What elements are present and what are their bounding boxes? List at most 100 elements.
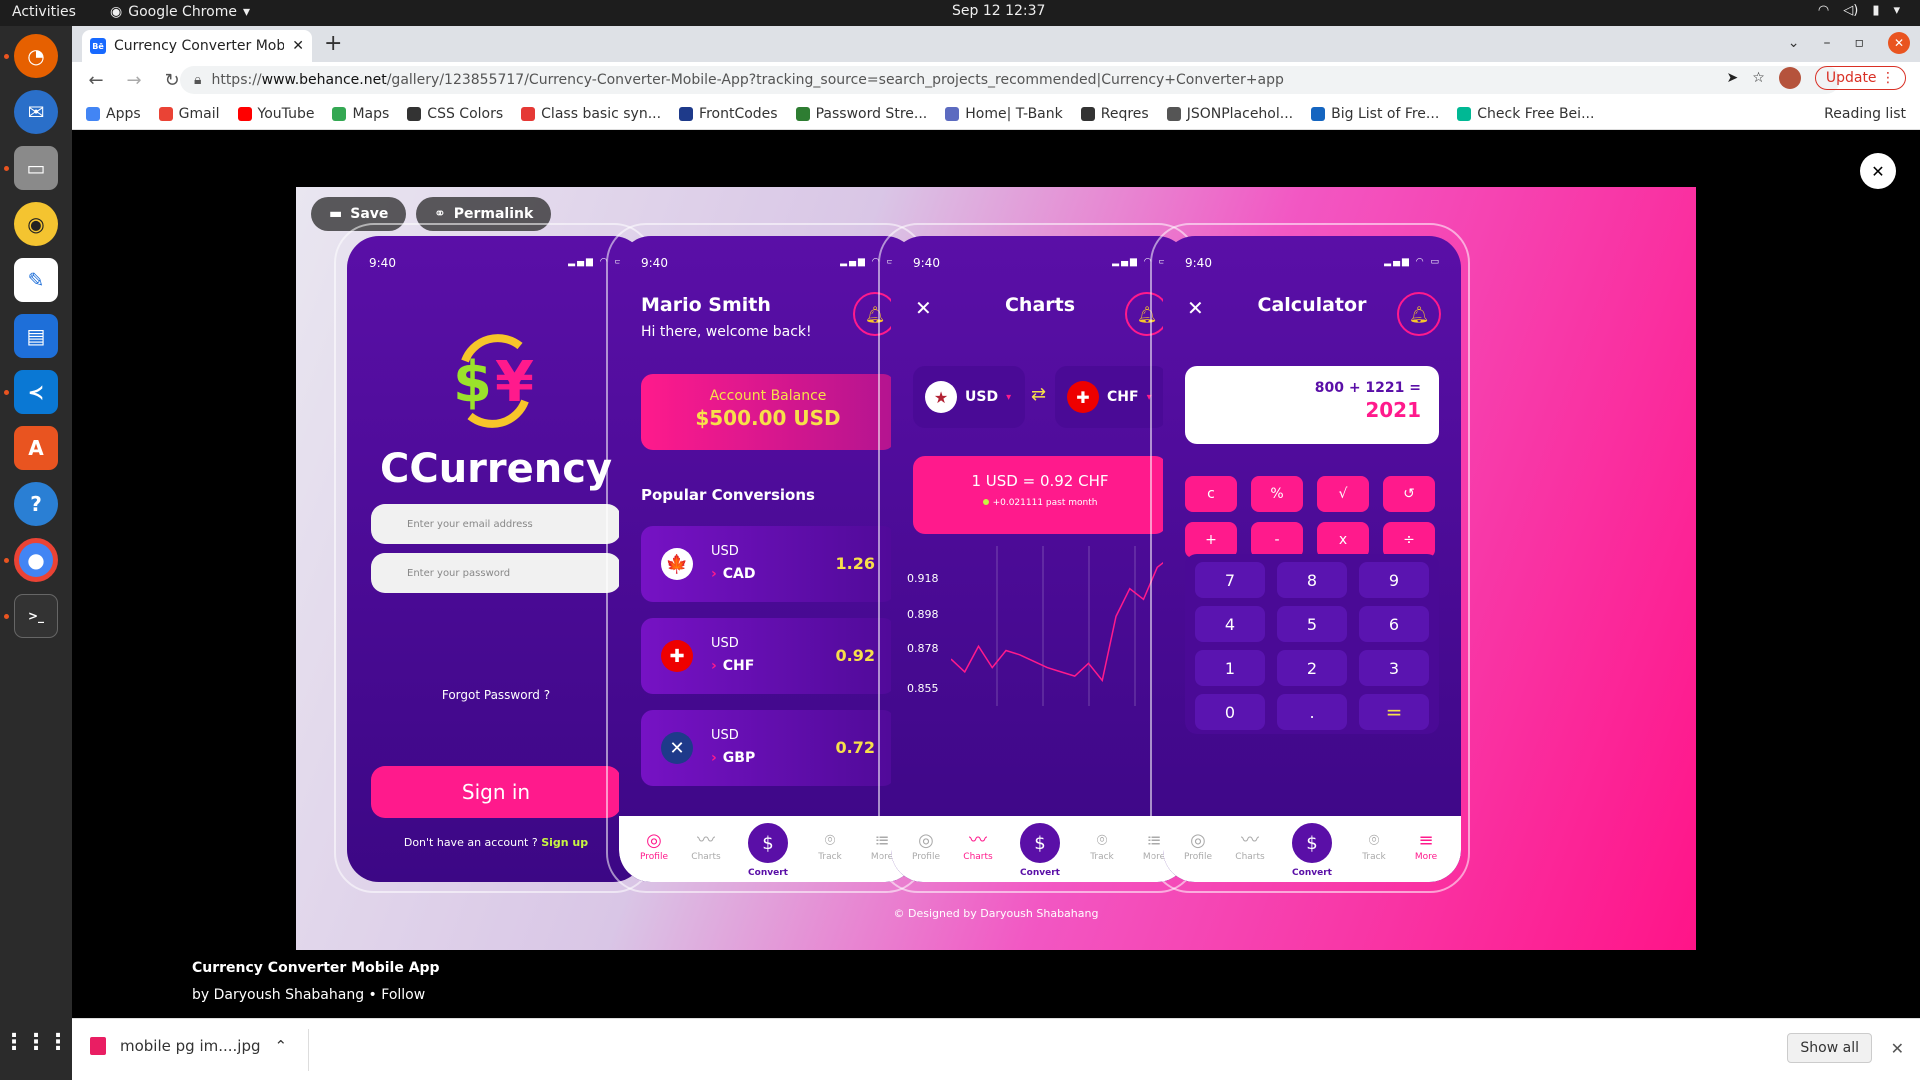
help-icon[interactable]: ? xyxy=(14,482,58,526)
browser-tab[interactable]: Bē Currency Converter Mobile App ✕ xyxy=(82,30,312,62)
forward-icon[interactable]: → xyxy=(120,70,148,91)
conversion-card[interactable]: ✕ USD › GBP 0.72 xyxy=(641,710,895,786)
from-currency-select[interactable]: ★ USD ▾ xyxy=(913,366,1025,428)
digit-key[interactable]: 5 xyxy=(1277,606,1347,642)
files-icon[interactable]: ▭ xyxy=(14,146,58,190)
back-icon[interactable]: ← xyxy=(82,70,110,91)
password-field[interactable]: Enter your password xyxy=(371,553,621,593)
conversion-card[interactable]: ✚ USD › CHF 0.92 xyxy=(641,618,895,694)
app-grid-icon[interactable]: ⋮⋮⋮ xyxy=(3,1020,69,1064)
url-field[interactable]: 🔒︎ https://www.behance.net/gallery/12385… xyxy=(180,66,1840,94)
convert-button[interactable]: $ xyxy=(1289,820,1335,866)
bookmark-item[interactable]: JSONPlacehol... xyxy=(1166,106,1293,122)
firefox-icon[interactable]: ◔ xyxy=(14,34,58,78)
operator-key[interactable]: ÷ xyxy=(1383,522,1435,558)
bookmark-item[interactable]: Maps xyxy=(332,106,389,122)
terminal-icon[interactable]: >_ xyxy=(14,594,58,638)
operator-key[interactable]: c xyxy=(1185,476,1237,512)
nav-profile[interactable]: ◎ Profile xyxy=(901,830,951,862)
vscode-icon[interactable]: ≺ xyxy=(14,370,58,414)
sign-up-link[interactable]: Sign up xyxy=(541,836,588,849)
nav-profile[interactable]: ◎ Profile xyxy=(1173,830,1223,862)
tab-close-icon[interactable]: ✕ xyxy=(292,38,304,54)
digit-key[interactable]: 4 xyxy=(1195,606,1265,642)
permalink-label: Permalink xyxy=(453,206,534,222)
close-lightbox-button[interactable]: ✕ xyxy=(1860,153,1896,189)
new-tab-button[interactable]: + xyxy=(324,31,342,56)
sign-in-button[interactable]: Sign in xyxy=(371,766,621,818)
nav-charts[interactable]: 〰 Charts xyxy=(1225,830,1275,862)
conversion-card[interactable]: 🍁 USD › CAD 1.26 xyxy=(641,526,895,602)
download-bar: mobile pg im....jpg ⌃ Show all ✕ xyxy=(72,1018,1920,1080)
maximize-button[interactable]: ▫ xyxy=(1855,35,1865,51)
digit-key[interactable]: 9 xyxy=(1359,562,1429,598)
software-icon[interactable]: A xyxy=(14,426,58,470)
digit-key[interactable]: 1 xyxy=(1195,650,1265,686)
convert-button[interactable]: $ xyxy=(745,820,791,866)
operator-key[interactable]: - xyxy=(1251,522,1303,558)
chrome-dock-icon[interactable]: ● xyxy=(14,538,58,582)
operator-key[interactable]: √ xyxy=(1317,476,1369,512)
digit-key[interactable]: 6 xyxy=(1359,606,1429,642)
swap-icon[interactable]: ⇄ xyxy=(1031,384,1046,405)
thunderbird-icon[interactable]: ✉ xyxy=(14,90,58,134)
bell-icon[interactable]: 🔔︎ xyxy=(1397,292,1441,336)
bookmark-item[interactable]: CSS Colors xyxy=(407,106,503,122)
nav-profile[interactable]: ◎ Profile xyxy=(629,830,679,862)
bookmark-item[interactable]: Home| T-Bank xyxy=(945,106,1063,122)
digit-key[interactable]: 7 xyxy=(1195,562,1265,598)
rhythmbox-icon[interactable]: ◉ xyxy=(14,202,58,246)
project-byline: by Daryoush Shabahang • Follow xyxy=(192,987,426,1003)
equals-key[interactable]: = xyxy=(1359,694,1429,730)
profile-avatar[interactable] xyxy=(1778,67,1801,89)
reading-list-button[interactable]: Reading list xyxy=(1824,106,1906,122)
activities-button[interactable]: Activities xyxy=(12,4,76,20)
convert-button[interactable]: $ xyxy=(1017,820,1063,866)
bookmark-item[interactable]: Big List of Fre... xyxy=(1311,106,1439,122)
author-link[interactable]: by Daryoush Shabahang xyxy=(192,987,364,1003)
bookmark-star-icon[interactable]: ☆ xyxy=(1752,70,1765,86)
tab-search-icon[interactable]: ⌄ xyxy=(1788,35,1800,51)
system-tray[interactable]: ◠ ◁) ▮ ▾ xyxy=(1818,3,1900,18)
email-field[interactable]: Enter your email address xyxy=(371,504,621,544)
digit-key[interactable]: 0 xyxy=(1195,694,1265,730)
share-icon[interactable]: ➤ xyxy=(1727,70,1739,86)
forgot-password-link[interactable]: Forgot Password ? xyxy=(347,688,645,702)
bookmark-item[interactable]: YouTube xyxy=(237,106,314,122)
chevron-up-icon[interactable]: ⌃ xyxy=(275,1037,288,1055)
bookmark-item[interactable]: FrontCodes xyxy=(679,106,778,122)
nav-charts[interactable]: 〰 Charts xyxy=(681,830,731,862)
operator-key[interactable]: % xyxy=(1251,476,1303,512)
digit-key[interactable]: 3 xyxy=(1359,650,1429,686)
follow-link[interactable]: Follow xyxy=(381,987,425,1003)
download-item[interactable]: mobile pg im....jpg ⌃ xyxy=(90,1037,287,1055)
digit-key[interactable]: 2 xyxy=(1277,650,1347,686)
minimize-button[interactable]: – xyxy=(1824,35,1831,51)
bookmark-item[interactable]: Check Free Bei... xyxy=(1457,106,1594,122)
digit-key[interactable]: 8 xyxy=(1277,562,1347,598)
nav-track[interactable]: ⌾ Track xyxy=(1349,830,1399,862)
bookmark-item[interactable]: Password Stre... xyxy=(795,106,927,122)
bookmark-item[interactable]: Apps xyxy=(86,106,141,122)
nav-charts[interactable]: 〰 Charts xyxy=(953,830,1003,862)
clock[interactable]: Sep 12 12:37 xyxy=(952,3,1045,19)
update-button[interactable]: Update ⋮ xyxy=(1814,66,1906,90)
close-download-bar-icon[interactable]: ✕ xyxy=(1891,1039,1904,1058)
close-window-button[interactable]: ✕ xyxy=(1888,32,1910,54)
writer-icon[interactable]: ▤ xyxy=(14,314,58,358)
digit-key[interactable]: . xyxy=(1277,694,1347,730)
bookmark-item[interactable]: Gmail xyxy=(158,106,220,122)
conversion-to: › GBP xyxy=(711,750,755,766)
operator-key[interactable]: + xyxy=(1185,522,1237,558)
app-menu[interactable]: ◉ Google Chrome ▾ xyxy=(110,4,250,20)
nav-track[interactable]: ⌾ Track xyxy=(1077,830,1127,862)
text-editor-icon[interactable]: ✎ xyxy=(14,258,58,302)
operator-key[interactable]: ↺ xyxy=(1383,476,1435,512)
bookmark-item[interactable]: Class basic syn... xyxy=(521,106,661,122)
rate-change: +0.021111 past month xyxy=(913,498,1167,508)
show-all-button[interactable]: Show all xyxy=(1787,1033,1872,1063)
operator-key[interactable]: x xyxy=(1317,522,1369,558)
bookmark-item[interactable]: Reqres xyxy=(1080,106,1149,122)
nav-track[interactable]: ⌾ Track xyxy=(805,830,855,862)
nav-more[interactable]: ≡ More xyxy=(1401,830,1451,862)
